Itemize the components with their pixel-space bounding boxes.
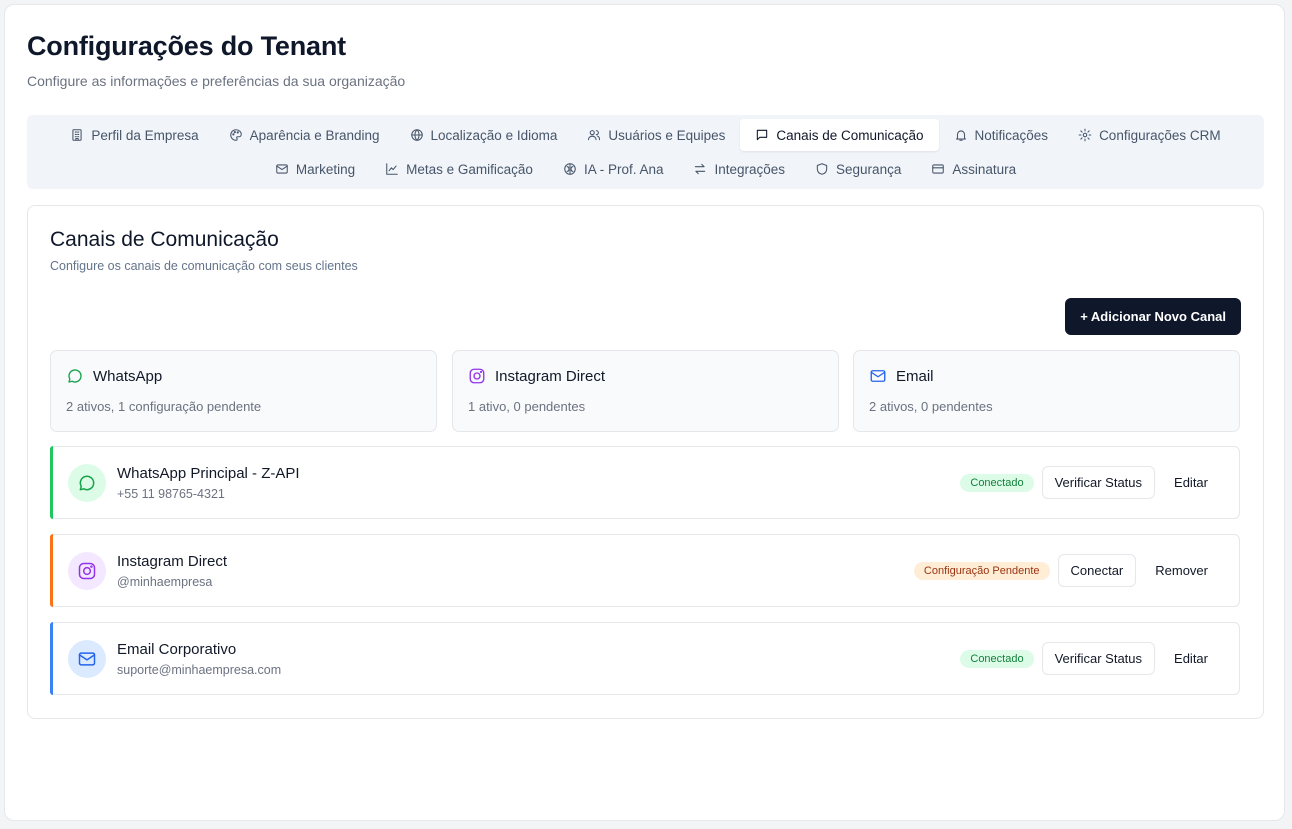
- page-subtitle: Configure as informações e preferências …: [27, 73, 406, 89]
- mail-icon: [870, 370, 886, 382]
- tab-assinatura[interactable]: Assinatura: [916, 153, 1031, 185]
- channel-icon-wrap: [68, 552, 106, 590]
- add-channel-button[interactable]: + Adicionar Novo Canal: [1065, 298, 1241, 335]
- edit-button[interactable]: Editar: [1155, 642, 1227, 675]
- tab-notificacoes[interactable]: Notificações: [939, 119, 1064, 151]
- tab-configuracoes-crm[interactable]: Configurações CRM: [1063, 119, 1236, 151]
- status-badge: Conectado: [960, 649, 1034, 668]
- instagram-icon: [78, 562, 96, 580]
- brain-icon: [564, 163, 576, 175]
- bell-icon: [955, 130, 966, 141]
- channel-row-whatsapp: WhatsApp Principal - Z-API +55 11 98765-…: [50, 446, 1240, 519]
- tab-integracoes[interactable]: Integrações: [678, 153, 800, 185]
- tab-perfil-empresa[interactable]: Perfil da Empresa: [55, 119, 213, 151]
- tab-label: Notificações: [974, 127, 1049, 143]
- channel-icon-wrap: [68, 640, 106, 678]
- summary-desc: 2 ativos, 1 configuração pendente: [66, 399, 262, 414]
- tab-label: Marketing: [295, 161, 356, 177]
- tab-ia-prof-ana[interactable]: IA - Prof. Ana: [548, 153, 679, 185]
- verify-status-button[interactable]: Verificar Status: [1041, 642, 1156, 675]
- tab-label: Aparência e Branding: [249, 127, 380, 143]
- channel-accent-bar: [50, 534, 53, 607]
- channel-name: Instagram Direct: [117, 553, 228, 570]
- section-subtitle: Configure os canais de comunicação com s…: [50, 259, 358, 273]
- connect-button[interactable]: Conectar: [1057, 554, 1137, 587]
- mail-icon: [276, 164, 288, 174]
- tab-marketing[interactable]: Marketing: [260, 153, 370, 185]
- edit-button[interactable]: Editar: [1155, 466, 1227, 499]
- channels-card: Canais de Comunicação Configure os canai…: [27, 205, 1264, 719]
- channel-name: WhatsApp Principal - Z-API: [117, 465, 300, 482]
- channel-accent-bar: [50, 622, 53, 695]
- channel-detail: @minhaempresa: [117, 575, 213, 589]
- summary-name: Instagram Direct: [495, 367, 606, 385]
- message-square-icon: [757, 129, 768, 141]
- channel-actions: Conectado Verificar Status Editar: [960, 466, 1227, 499]
- instagram-icon: [469, 368, 485, 384]
- channel-icon-wrap: [68, 464, 106, 502]
- gear-icon: [1078, 128, 1092, 142]
- channel-accent-bar: [50, 446, 53, 519]
- summary-header: Email: [869, 367, 934, 385]
- channel-row-instagram: Instagram Direct @minhaempresa Configura…: [50, 534, 1240, 607]
- building-icon: [72, 129, 82, 141]
- tab-label: Canais de Comunicação: [776, 127, 924, 143]
- summary-instagram: Instagram Direct 1 ativo, 0 pendentes: [452, 350, 839, 432]
- tab-label: Segurança: [836, 161, 902, 177]
- credit-card-icon: [932, 164, 945, 174]
- tab-label: IA - Prof. Ana: [583, 161, 664, 177]
- summary-desc: 1 ativo, 0 pendentes: [468, 399, 586, 414]
- status-badge: Conectado: [960, 473, 1034, 492]
- verify-status-button[interactable]: Verificar Status: [1041, 466, 1156, 499]
- tab-label: Configurações CRM: [1099, 127, 1221, 143]
- channel-row-email: Email Corporativo suporte@minhaempresa.c…: [50, 622, 1240, 695]
- globe-icon: [410, 129, 423, 141]
- tab-label: Assinatura: [952, 161, 1017, 177]
- users-icon: [588, 130, 601, 141]
- tab-aparencia-branding[interactable]: Aparência e Branding: [214, 119, 395, 151]
- tab-label: Localização e Idioma: [430, 127, 558, 143]
- whatsapp-icon: [79, 475, 95, 491]
- page-title: Configurações do Tenant: [27, 31, 346, 61]
- tab-seguranca[interactable]: Segurança: [800, 153, 916, 185]
- shield-icon: [816, 163, 828, 175]
- settings-tabs: Perfil da Empresa Aparência e Branding L…: [27, 115, 1264, 189]
- palette-icon: [229, 129, 242, 141]
- section-title: Canais de Comunicação: [50, 228, 279, 251]
- summary-header: Instagram Direct: [468, 367, 605, 385]
- whatsapp-icon: [68, 369, 82, 383]
- arrows-exchange-icon: [695, 163, 706, 175]
- channel-actions: Conectado Verificar Status Editar: [960, 642, 1227, 675]
- summary-whatsapp: WhatsApp 2 ativos, 1 configuração penden…: [50, 350, 437, 432]
- channel-detail: +55 11 98765-4321: [117, 487, 225, 501]
- tab-metas-gamificacao[interactable]: Metas e Gamificação: [370, 153, 548, 185]
- tab-label: Perfil da Empresa: [91, 127, 199, 143]
- tabs-row-2: Marketing Metas e Gamificação IA - Prof.…: [27, 153, 1264, 185]
- tab-usuarios-equipes[interactable]: Usuários e Equipes: [572, 119, 740, 151]
- summary-email: Email 2 ativos, 0 pendentes: [853, 350, 1240, 432]
- chart-line-icon: [386, 163, 398, 175]
- channel-detail: suporte@minhaempresa.com: [117, 663, 282, 677]
- channel-name: Email Corporativo: [117, 641, 237, 658]
- tab-localizacao-idioma[interactable]: Localização e Idioma: [395, 119, 573, 151]
- settings-window: Configurações do Tenant Configure as inf…: [4, 4, 1285, 821]
- tab-label: Integrações: [714, 161, 786, 177]
- tab-label: Metas e Gamificação: [406, 161, 533, 177]
- mail-icon: [78, 652, 96, 666]
- remove-button[interactable]: Remover: [1136, 554, 1227, 587]
- tab-label: Usuários e Equipes: [608, 127, 726, 143]
- tabs-row-1: Perfil da Empresa Aparência e Branding L…: [27, 119, 1264, 151]
- channel-actions: Configuração Pendente Conectar Remover: [913, 554, 1227, 587]
- status-badge: Configuração Pendente: [913, 561, 1050, 580]
- summary-header: WhatsApp: [66, 367, 162, 385]
- tab-canais-comunicacao[interactable]: Canais de Comunicação: [740, 119, 939, 151]
- summary-desc: 2 ativos, 0 pendentes: [869, 399, 993, 414]
- summary-name: WhatsApp: [93, 367, 163, 385]
- summary-name: Email: [896, 367, 934, 385]
